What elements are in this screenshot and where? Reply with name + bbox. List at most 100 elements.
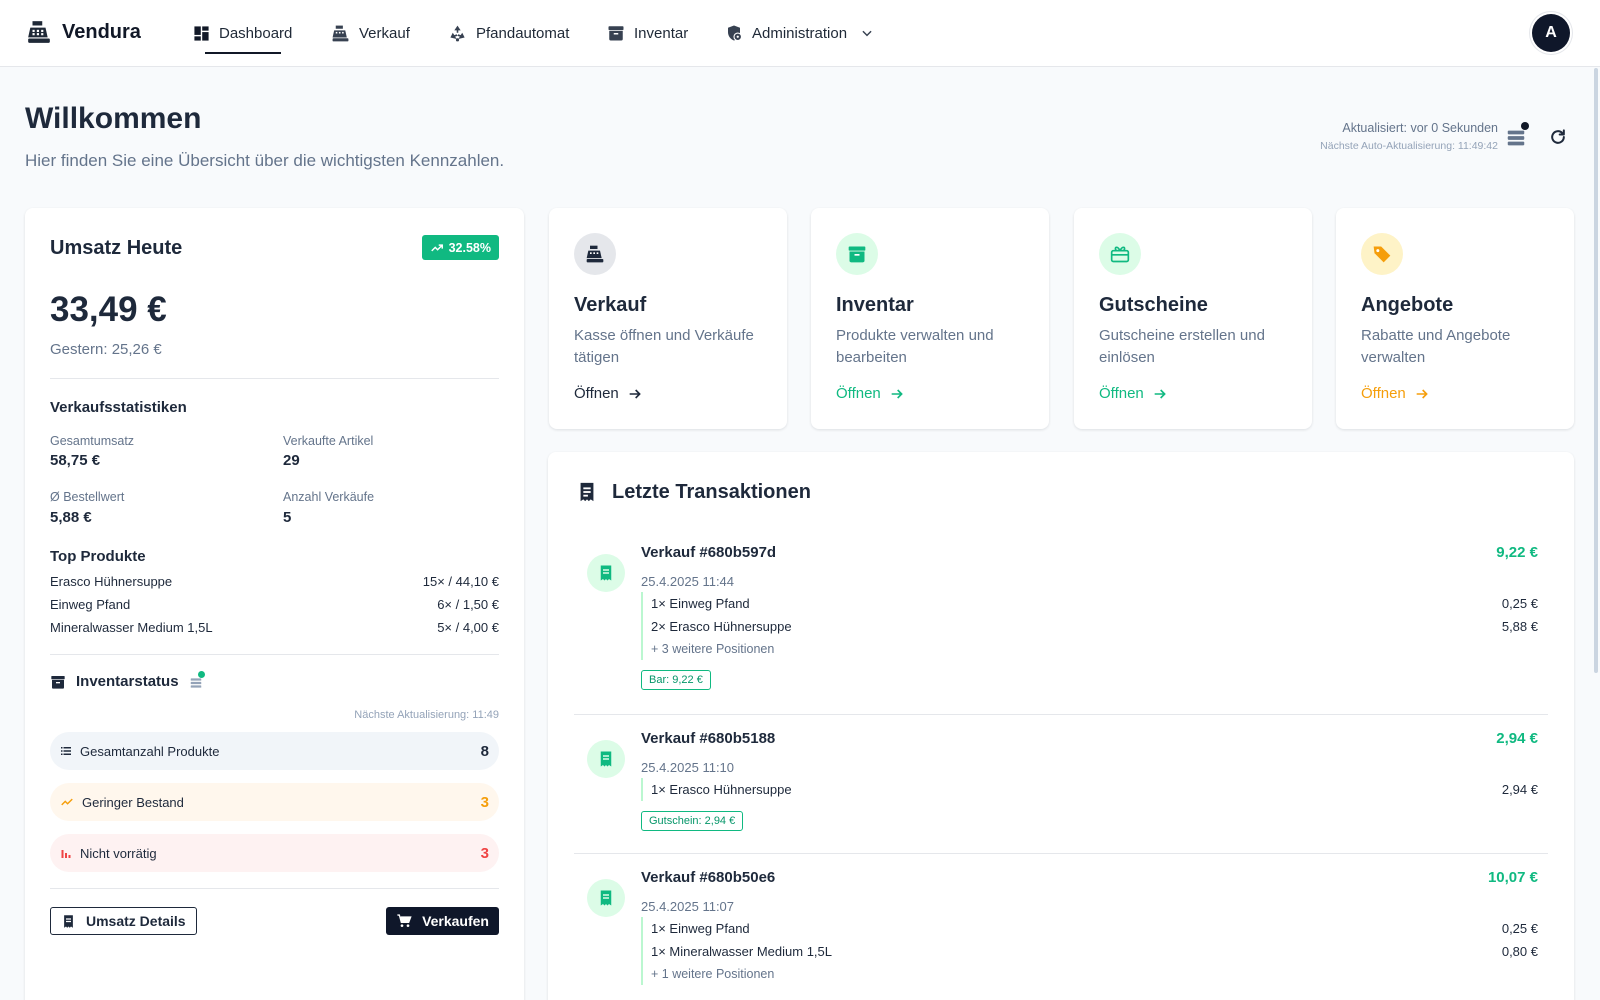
divider [50,654,499,655]
page-scrollbar[interactable] [1594,68,1598,673]
transaction-item[interactable]: Verkauf #680b5188 2,94 € 25.4.2025 11:10… [574,730,1548,850]
receipt-icon [600,751,612,767]
inventory-label: Gesamtanzahl Produkte [60,744,219,759]
tag-icon [1373,246,1391,263]
page-subtitle: Hier finden Sie eine Übersicht über die … [25,151,505,170]
transaction-id: Verkauf #680b50e6 [641,869,776,886]
sales-amount: 33,49 € [50,290,167,329]
line-label: 1× Mineralwasser Medium 1,5L [651,944,832,959]
quick-card-gutscheine[interactable]: Gutscheine Gutscheine erstellen und einl… [1074,208,1312,429]
transaction-item[interactable]: Verkauf #680b50e6 10,07 € 25.4.2025 11:0… [574,869,1548,1000]
database-status-icon [189,670,205,690]
line-label: 1× Einweg Pfand [651,921,750,936]
receipt-icon [580,482,594,502]
cart-icon [397,914,412,927]
receipt-icon-wrap [587,554,625,592]
arrow-right-icon [1154,388,1166,399]
inventory-count: 8 [480,742,489,760]
inventory-label: Geringer Bestand [60,795,184,810]
open-label: Öffnen [1361,385,1406,402]
page-title: Willkommen [25,102,202,135]
trend-badge: 32.58% [421,235,499,260]
arrow-right-icon [629,388,641,399]
transactions-header: Letzte Transaktionen [576,480,811,504]
line-value: 0,80 € [1501,944,1538,959]
product-name: Einweg Pfand [50,597,131,612]
quick-card-angebote[interactable]: Angebote Rabatte und Angebote verwalten … [1336,208,1574,429]
trending-icon [61,798,73,806]
quick-icon-wrap [574,233,616,275]
quick-desc: Produkte verwalten und bearbeiten [836,327,994,366]
transaction-date: 25.4.2025 11:44 [641,574,735,589]
top-product-row: Erasco Hühnersuppe 15× / 44,10 € [50,574,499,589]
transactions-title: Letzte Transaktionen [612,480,811,503]
brand-logo[interactable]: Vendura [26,19,141,45]
line-value: 0,25 € [1501,921,1538,936]
inventory-next-update: Nächste Aktualisierung: 11:49 [354,709,499,721]
inventory-count: 3 [480,793,489,811]
product-value: 6× / 1,50 € [437,597,499,612]
archive-icon [51,675,65,689]
quick-desc: Kasse öffnen und Verkäufe tätigen [574,327,754,366]
inventory-low-stock-row[interactable]: Geringer Bestand 3 [50,783,499,821]
transaction-amount: 9,22 € [1496,544,1538,561]
trending-up-icon [430,243,443,251]
inventory-total-row[interactable]: Gesamtanzahl Produkte 8 [50,732,499,770]
top-product-row: Einweg Pfand 6× / 1,50 € [50,597,499,612]
stat-label: Verkaufte Artikel [283,434,374,448]
nav-inventar[interactable]: Inventar [607,20,688,46]
inventory-label-text: Geringer Bestand [82,794,184,810]
gift-card-icon [1110,246,1130,263]
quick-open-link[interactable]: Öffnen [836,385,905,402]
product-name: Mineralwasser Medium 1,5L [50,620,213,635]
nav-pfandautomat[interactable]: Pfandautomat [448,20,569,46]
nav-administration-label: Administration [752,24,848,42]
stat-value: 58,75 € [50,452,101,469]
stat-value: 5 [283,509,292,526]
bar-chart-icon [61,850,71,858]
line-label: 2× Erasco Hühnersuppe [651,619,792,634]
transaction-line: 1× Mineralwasser Medium 1,5L 0,80 € [651,940,1538,963]
dashboard-icon [194,25,209,41]
archive-icon [608,26,624,41]
refresh-icon[interactable] [1548,127,1568,147]
nav-verkauf-label: Verkauf [359,24,410,42]
arrow-right-icon [1416,388,1428,399]
transaction-line: 1× Einweg Pfand 0,25 € [651,917,1538,940]
quick-open-link[interactable]: Öffnen [1361,385,1430,402]
arrow-right-icon [891,388,903,399]
sell-label: Verkaufen [422,913,489,929]
sell-button[interactable]: Verkaufen [386,907,499,935]
chevron-down-icon [862,30,872,37]
transaction-id: Verkauf #680b597d [641,544,777,561]
user-avatar[interactable]: A [1532,14,1570,52]
recycle-icon [450,25,465,41]
nav-dashboard-label: Dashboard [219,24,293,42]
quick-card-verkauf[interactable]: Verkauf Kasse öffnen und Verkäufe tätige… [549,208,787,429]
quick-open-link[interactable]: Öffnen [574,385,643,402]
nav-verkauf[interactable]: Verkauf [331,20,410,46]
stat-label: Anzahl Verkäufe [283,490,375,504]
trend-value: 32.58% [448,240,491,255]
quick-title: Verkauf [574,294,647,316]
transaction-line: 1× Einweg Pfand 0,25 € [651,592,1538,615]
quick-open-link[interactable]: Öffnen [1099,385,1168,402]
receipt-icon-wrap [587,879,625,917]
transaction-lines: 1× Einweg Pfand 0,25 € 1× Mineralwasser … [641,917,1538,985]
sales-title: Umsatz Heute [50,237,183,259]
stat-value: 5,88 € [50,509,92,526]
database-status-icon[interactable] [1505,127,1527,149]
inventory-out-of-stock-row[interactable]: Nicht vorrätig 3 [50,834,499,872]
transaction-date: 25.4.2025 11:07 [641,899,735,914]
receipt-icon [600,565,612,581]
quick-card-inventar[interactable]: Inventar Produkte verwalten und bearbeit… [811,208,1049,429]
transaction-item[interactable]: Verkauf #680b597d 9,22 € 25.4.2025 11:44… [574,544,1548,694]
quick-title: Angebote [1361,294,1454,316]
line-label: 1× Erasco Hühnersuppe [651,782,792,797]
line-value: 5,88 € [1501,619,1538,634]
sales-details-button[interactable]: Umsatz Details [50,907,197,935]
transaction-date: 25.4.2025 11:10 [641,760,735,775]
open-label: Öffnen [836,385,881,402]
nav-dashboard[interactable]: Dashboard [193,20,293,54]
nav-administration[interactable]: Administration [725,20,874,46]
